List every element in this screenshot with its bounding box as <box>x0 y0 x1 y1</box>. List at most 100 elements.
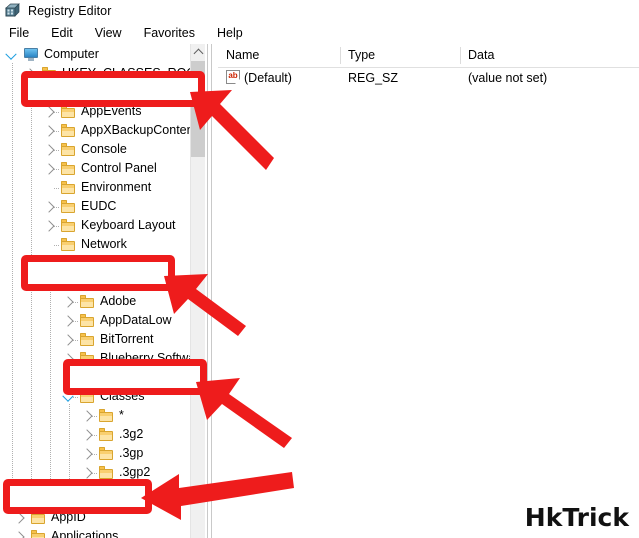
column-header-name[interactable]: Name <box>218 44 340 67</box>
tree-item-label: Control Panel <box>81 161 157 175</box>
tree-item-label: .3gpp <box>119 484 151 498</box>
column-header-data[interactable]: Data <box>460 44 639 67</box>
menu-item-file[interactable]: File <box>7 25 31 41</box>
tree-item-content: .3gp2 <box>96 464 153 481</box>
string-value-icon: ab <box>226 70 240 84</box>
tree-item-content: Applications <box>28 528 121 538</box>
chevron-right-icon[interactable] <box>12 527 28 538</box>
tree-item-content: HKEY_CLASSES_ROOT <box>39 65 205 82</box>
watermark: HkTrick <box>524 503 629 532</box>
tree-item-content: EUDC <box>58 198 119 215</box>
tree-guide-line <box>54 112 59 113</box>
folder-icon <box>99 409 114 422</box>
chevron-glyph <box>62 371 74 384</box>
tree-item-content: .3gp <box>96 445 146 462</box>
chevron-glyph <box>62 314 74 327</box>
chevron-glyph <box>43 162 55 175</box>
chevron-glyph <box>81 409 93 422</box>
registry-tree-pane[interactable]: Computer HKEY_CLASSES_ROOT HKEY_CURRENT_US… <box>0 44 205 538</box>
tree-guide-line <box>54 283 59 284</box>
tree-item-label: Printers <box>81 256 125 270</box>
pane-splitter[interactable] <box>205 44 217 538</box>
tree-item-content: Canneverbe Limited <box>77 369 205 386</box>
tree-item-content: AppEvents <box>58 103 144 120</box>
tree-guide-line <box>54 207 59 208</box>
tree-guide-line <box>92 416 97 417</box>
menu-item-favorites[interactable]: Favorites <box>142 25 197 41</box>
tree-item-content: Adobe <box>77 293 139 310</box>
client-area: Computer HKEY_CLASSES_ROOT HKEY_CURRENT_US… <box>0 44 639 538</box>
menu-item-edit[interactable]: Edit <box>49 25 75 41</box>
tree-item-content: .3gpp <box>96 483 153 500</box>
chevron-glyph <box>43 105 55 118</box>
folder-icon <box>61 276 76 289</box>
tree-item-content: Environment <box>58 179 154 196</box>
chevron-glyph <box>13 530 25 538</box>
tree-item-content: AppID <box>28 509 89 526</box>
tree-item-applications[interactable]: Applications <box>0 527 205 538</box>
tree-guide-line <box>54 188 59 189</box>
tree-item-content: .3g2 <box>96 426 146 443</box>
tree-item-appid[interactable]: AppID <box>0 508 205 527</box>
folder-icon <box>80 333 95 346</box>
tree-item-label: Classes <box>100 389 145 403</box>
folder-icon <box>61 124 76 137</box>
chevron-glyph <box>62 333 74 346</box>
scroll-up-icon[interactable] <box>191 44 205 60</box>
folder-icon <box>99 428 114 441</box>
values-column-header: Name Type Data <box>218 44 639 68</box>
tree-guide-line <box>73 359 78 360</box>
tree-guide-line <box>54 169 59 170</box>
table-row[interactable]: ab (Default) REG_SZ (value not set) <box>218 67 639 89</box>
tree-item-label: .3gp <box>119 446 144 460</box>
folder-icon <box>80 314 95 327</box>
values-list-pane[interactable]: Name Type Data ab (Default) REG_SZ (valu… <box>218 44 639 538</box>
folder-icon <box>99 485 114 498</box>
tree-guide-line <box>69 404 70 514</box>
tree-item-label: Environment <box>81 180 152 194</box>
folder-icon <box>61 143 76 156</box>
cell-data: (value not set) <box>468 71 548 85</box>
chevron-down-icon[interactable] <box>4 45 20 64</box>
folder-icon <box>80 295 95 308</box>
folder-icon <box>61 105 76 118</box>
scrollbar-thumb[interactable] <box>191 61 205 157</box>
tree-item-content: Classes <box>77 388 147 405</box>
tree-item-content: HKEY_CURRENT_USER <box>39 84 205 101</box>
cell-type: REG_SZ <box>348 71 399 85</box>
tree-item-content: * <box>96 407 127 424</box>
chevron-glyph <box>43 257 55 270</box>
tree-item-content: Computer <box>20 46 102 63</box>
folder-icon <box>80 352 95 365</box>
folder-icon <box>80 390 95 403</box>
tree-vertical-scrollbar[interactable] <box>190 44 205 538</box>
menu-bar: File Edit View Favorites Help <box>0 22 639 44</box>
menu-item-view[interactable]: View <box>93 25 124 41</box>
tree-item-content: Software <box>58 274 133 291</box>
chevron-right-icon[interactable] <box>12 508 28 527</box>
folder-icon <box>42 67 57 80</box>
computer-icon <box>23 48 39 61</box>
tree-guide-line <box>12 63 13 503</box>
tree-item-label: HKEY_CURRENT_USER <box>63 85 205 99</box>
tree-item-label: .3gp2 <box>119 465 151 479</box>
tree-item-label: AppDataLow <box>100 313 172 327</box>
folder-icon <box>31 511 46 524</box>
tree-guide-line <box>35 74 40 75</box>
chevron-glyph <box>62 295 74 308</box>
tree-guide-line <box>31 82 32 502</box>
chevron-glyph <box>81 485 93 498</box>
column-header-type[interactable]: Type <box>340 44 460 67</box>
tree-guide-line <box>92 454 97 455</box>
folder-icon <box>61 219 76 232</box>
tree-item-label: AppEvents <box>81 104 142 118</box>
tree-item-computer[interactable]: Computer <box>0 45 205 64</box>
tree-item-content: Blueberry Software <box>77 350 205 367</box>
cell-name: (Default) <box>244 71 292 85</box>
tree-item-hkey-classes-root[interactable]: HKEY_CLASSES_ROOT <box>0 64 205 83</box>
tree-guide-line <box>92 435 97 436</box>
folder-icon <box>99 466 114 479</box>
chevron-glyph <box>43 276 55 288</box>
tree-guide-line <box>73 321 78 322</box>
menu-item-help[interactable]: Help <box>215 25 245 41</box>
